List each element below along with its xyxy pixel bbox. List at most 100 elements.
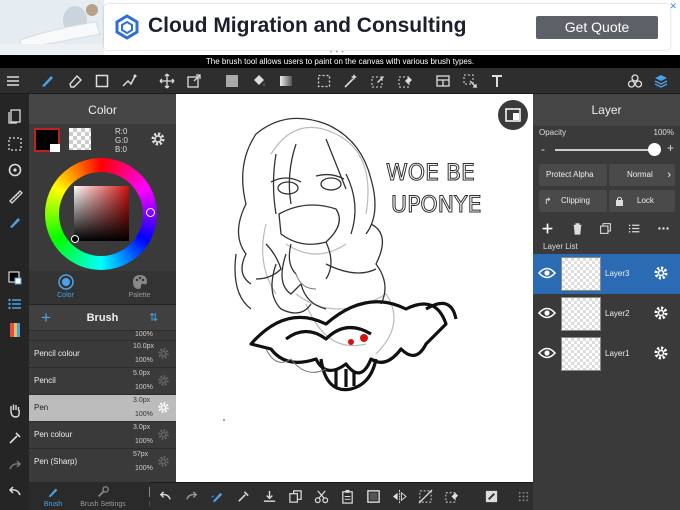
opacity-decrease-button[interactable]: - [541,142,545,156]
brush-settings-gear-icon[interactable] [157,401,170,414]
fill-color-icon[interactable] [223,72,241,90]
magic-wand-icon[interactable] [342,72,360,90]
import-icon[interactable] [262,489,278,505]
tab-brush-settings[interactable]: Brush Settings [77,482,129,510]
select-pen-icon[interactable] [369,72,387,90]
palette-strip-icon[interactable] [5,320,24,339]
layer-row[interactable]: Layer2 [533,294,680,334]
visibility-eye-icon[interactable] [538,346,556,360]
visibility-eye-icon[interactable] [538,306,556,320]
brush-item[interactable]: Pen (Sharp) 57px 100% [29,448,176,475]
drawing-canvas[interactable]: WOE BE UPONYE [176,94,533,482]
flip-horizontal-icon[interactable] [392,489,408,505]
brush-settings-gear-icon[interactable] [157,374,170,387]
brush-item[interactable]: Pen colour 3.0px 100% [29,421,176,448]
rotate-icon[interactable] [5,160,24,179]
pages-icon[interactable] [5,106,24,125]
more-options-icon[interactable] [657,222,671,236]
tab-brush[interactable]: Brush [35,482,71,510]
undo-icon[interactable] [5,482,24,501]
selection-eraser-icon[interactable] [444,489,460,505]
duplicate-icon[interactable] [288,489,304,505]
brush-settings-gear-icon[interactable] [157,428,170,441]
background-color-swatch[interactable] [69,128,91,150]
eraser-icon[interactable] [66,72,84,90]
brush-item-selected[interactable]: Pen 3.0px 100% [29,394,176,421]
more-grid-icon[interactable] [516,489,532,505]
gradient-icon[interactable] [277,72,295,90]
hand-tool-icon[interactable] [5,400,24,419]
opacity-increase-button[interactable]: + [667,141,674,155]
brush-item-partial[interactable]: 100% [29,330,176,340]
layer-row[interactable]: Layer1 [533,334,680,374]
window-icon [505,108,521,122]
rope-icon[interactable] [120,72,138,90]
hue-picker-handle[interactable] [146,208,155,217]
rectangle-icon[interactable] [93,72,111,90]
brush-name: Pen colour [34,430,73,439]
selection-icon[interactable] [5,134,24,153]
visibility-eye-icon[interactable] [538,266,556,280]
brush-size: 3.0px [133,397,151,404]
deselect-icon[interactable] [418,489,434,505]
layer-settings-gear-icon[interactable] [653,265,669,281]
brush-settings-gear-icon[interactable] [157,455,170,468]
color-swatch-icon[interactable] [5,268,24,287]
select-rect-icon[interactable] [315,72,333,90]
opacity-slider-thumb[interactable] [648,143,661,156]
panel-layout-icon[interactable] [434,72,452,90]
canvas-view-button[interactable] [498,100,528,130]
sv-picker-handle[interactable] [71,235,79,243]
delete-layer-icon[interactable] [571,222,585,236]
layer-list-icon[interactable] [628,222,642,236]
ad-close-icon[interactable]: ✕ [669,1,677,12]
undo-icon[interactable] [158,489,174,505]
stabilizer-brush-icon[interactable] [210,489,226,505]
tab-color[interactable]: Color [29,271,102,304]
brush-list-icon[interactable] [5,294,24,313]
saturation-value-square[interactable] [74,186,129,241]
ad-title[interactable]: Cloud Migration and Consulting [148,14,466,38]
layer-thumbnail [561,257,601,291]
ruler-icon[interactable] [5,186,24,205]
tab-palette[interactable]: Palette [103,271,176,304]
fill-canvas-icon[interactable] [366,489,382,505]
sort-brush-button[interactable]: ⇅ [149,311,158,324]
layer-settings-gear-icon[interactable] [653,305,669,321]
merge-layer-icon[interactable] [599,222,613,236]
color-settings-gear-icon[interactable] [150,131,166,147]
color-panel: Color R:0 G:0 B:0 Color Palette [29,94,176,304]
brush-item[interactable]: Pencil colour 10.0px 100% [29,340,176,367]
paste-icon[interactable] [340,489,356,505]
brush-icon[interactable] [38,72,56,90]
get-quote-button[interactable]: Get Quote [536,16,658,39]
hand-brush-icon[interactable] [5,212,24,231]
text-icon[interactable] [488,72,506,90]
add-layer-icon[interactable] [541,222,555,236]
layer-row-selected[interactable]: Layer3 [533,254,680,294]
eyedropper-icon[interactable] [5,428,24,447]
bucket-icon[interactable] [250,72,268,90]
eyedropper-icon[interactable] [236,489,252,505]
move-icon[interactable] [158,72,176,90]
canvas-settings-icon[interactable] [484,489,500,505]
clipping-button[interactable]: ↱ Clipping [539,190,607,212]
protect-alpha-button[interactable]: Protect Alpha [539,164,607,186]
redo-icon[interactable] [5,456,24,475]
brush-settings-gear-icon[interactable] [157,347,170,360]
select-move-icon[interactable] [461,72,479,90]
transform-icon[interactable] [185,72,203,90]
brush-item[interactable]: Pencil 5.0px 100% [29,367,176,394]
redo-icon[interactable] [184,489,200,505]
ad-banner[interactable]: Cloud Migration and Consulting Get Quote… [0,0,680,56]
lock-button[interactable]: Lock [609,190,675,212]
opacity-slider-track[interactable] [555,149,655,151]
cut-icon[interactable] [314,489,330,505]
layers-icon[interactable] [652,72,670,90]
select-eraser-icon[interactable] [396,72,414,90]
materials-icon[interactable] [626,72,644,90]
foreground-color-swatch[interactable] [34,128,60,152]
menu-icon[interactable] [4,72,22,90]
layer-settings-gear-icon[interactable] [653,345,669,361]
blend-mode-select[interactable]: Normal › [609,164,675,186]
